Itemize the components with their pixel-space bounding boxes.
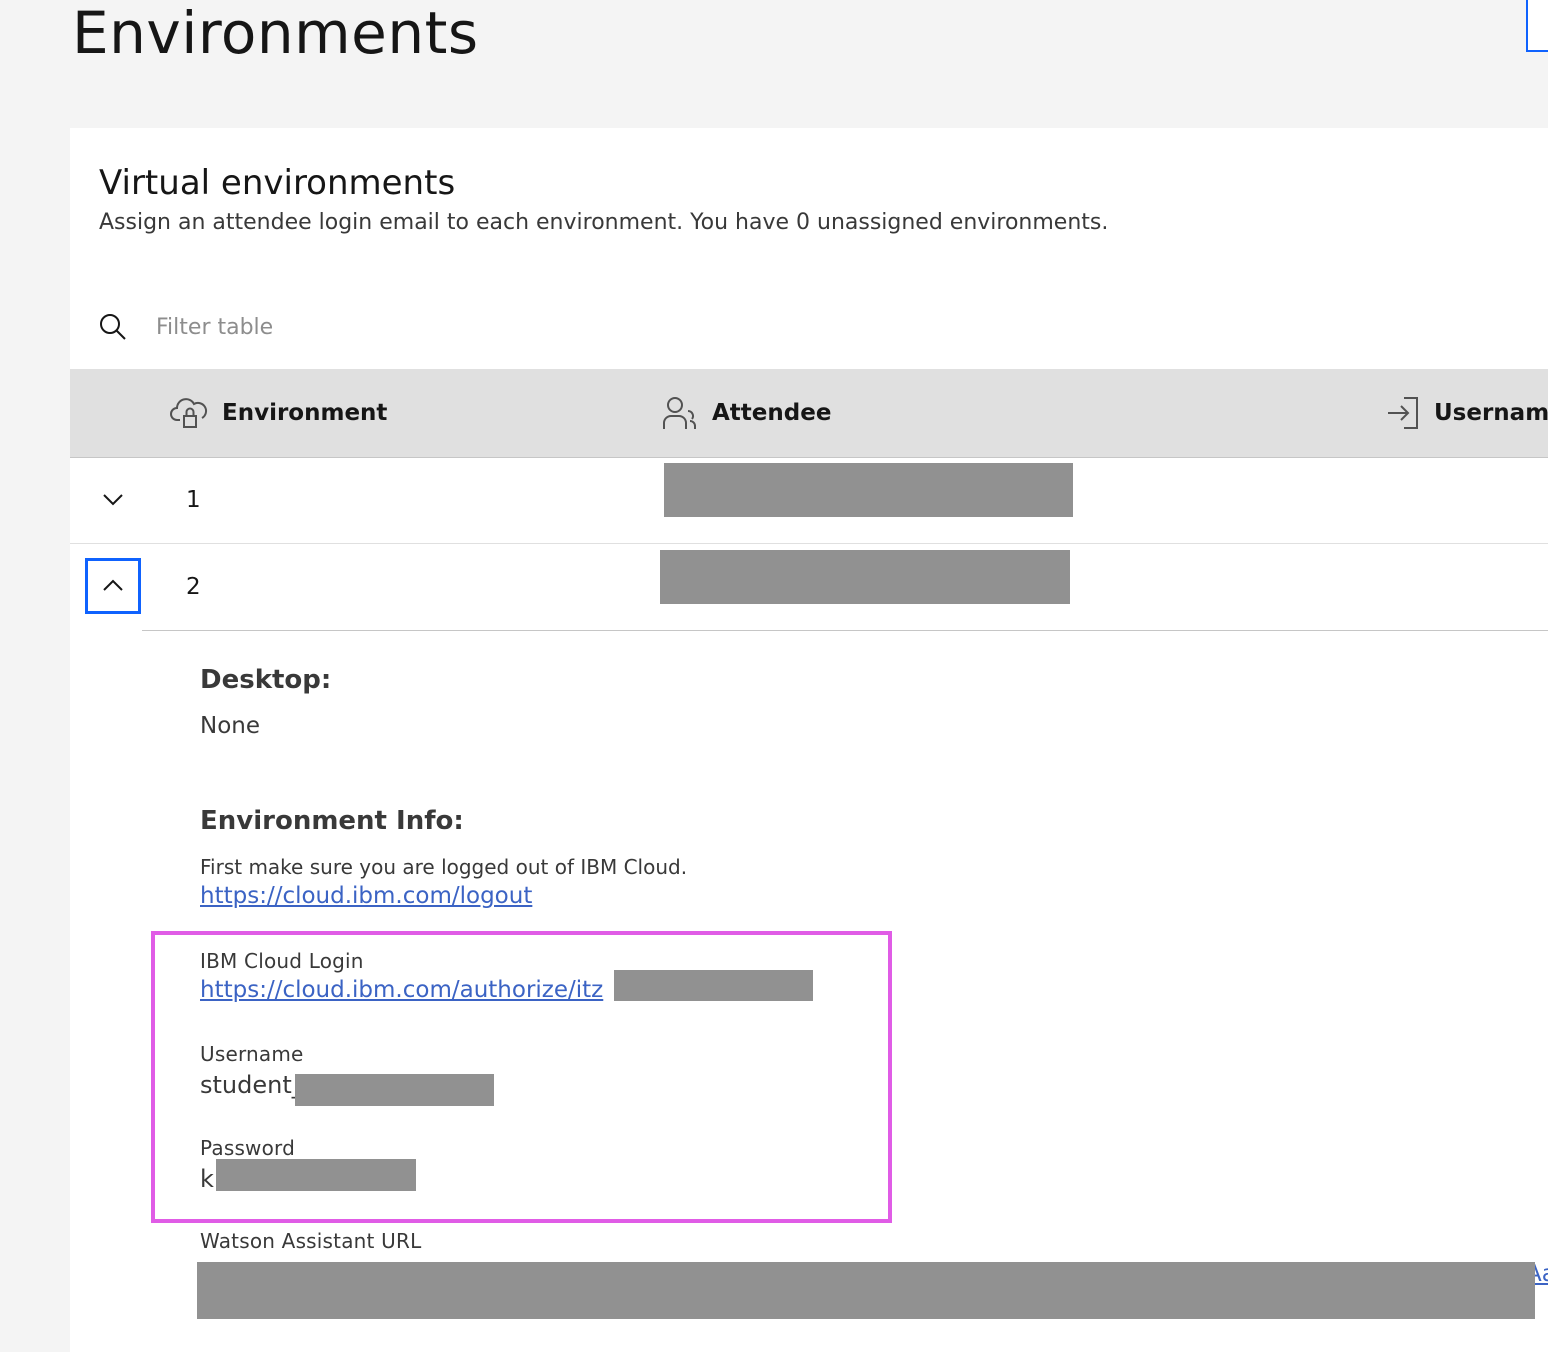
redacted-attendee: [664, 463, 1073, 517]
table-search: [70, 298, 1548, 358]
table-row: 2: [70, 544, 1548, 630]
column-label: Attendee: [712, 400, 832, 426]
watson-assistant-url-label: Watson Assistant URL: [200, 1229, 422, 1253]
logout-instruction: First make sure you are logged out of IB…: [200, 855, 688, 879]
collapse-row-button[interactable]: [85, 558, 141, 614]
environments-page: Environments Virtual environments Assign…: [0, 0, 1548, 1352]
filter-table-input[interactable]: [150, 306, 1162, 348]
expanded-row-details: Desktop: None Environment Info: First ma…: [70, 631, 1548, 1352]
expand-row-button[interactable]: [85, 471, 141, 527]
desktop-heading: Desktop:: [200, 665, 332, 695]
page-title: Environments: [72, 0, 479, 67]
top-right-button[interactable]: [1526, 0, 1548, 52]
virtual-environments-card: Virtual environments Assign an attendee …: [70, 128, 1548, 1352]
cloud-lock-icon: [170, 398, 208, 428]
column-attendee[interactable]: Attendee: [662, 369, 831, 457]
search-icon: [98, 312, 128, 342]
column-label: Environment: [222, 400, 388, 426]
logout-link[interactable]: https://cloud.ibm.com/logout: [200, 883, 532, 909]
column-environment[interactable]: Environment: [170, 369, 387, 457]
highlight-box: [151, 931, 892, 1223]
login-icon: [1388, 397, 1418, 429]
desktop-value: None: [200, 713, 261, 739]
card-description: Assign an attendee login email to each e…: [99, 210, 1109, 235]
column-label: Username: [1434, 400, 1548, 426]
chevron-down-icon: [103, 494, 123, 506]
environment-info-heading: Environment Info:: [200, 806, 464, 836]
environment-number: 1: [186, 487, 201, 513]
redacted-watson-url: [197, 1262, 1535, 1319]
environment-number: 2: [186, 574, 201, 600]
table-row: 1: [70, 457, 1548, 544]
column-username[interactable]: Username: [1386, 369, 1548, 457]
user-icon: [663, 397, 696, 429]
table-header: Environment Attendee Username: [70, 369, 1548, 458]
redacted-attendee: [660, 550, 1070, 604]
chevron-up-icon: [103, 579, 123, 591]
card-title: Virtual environments: [99, 163, 456, 203]
